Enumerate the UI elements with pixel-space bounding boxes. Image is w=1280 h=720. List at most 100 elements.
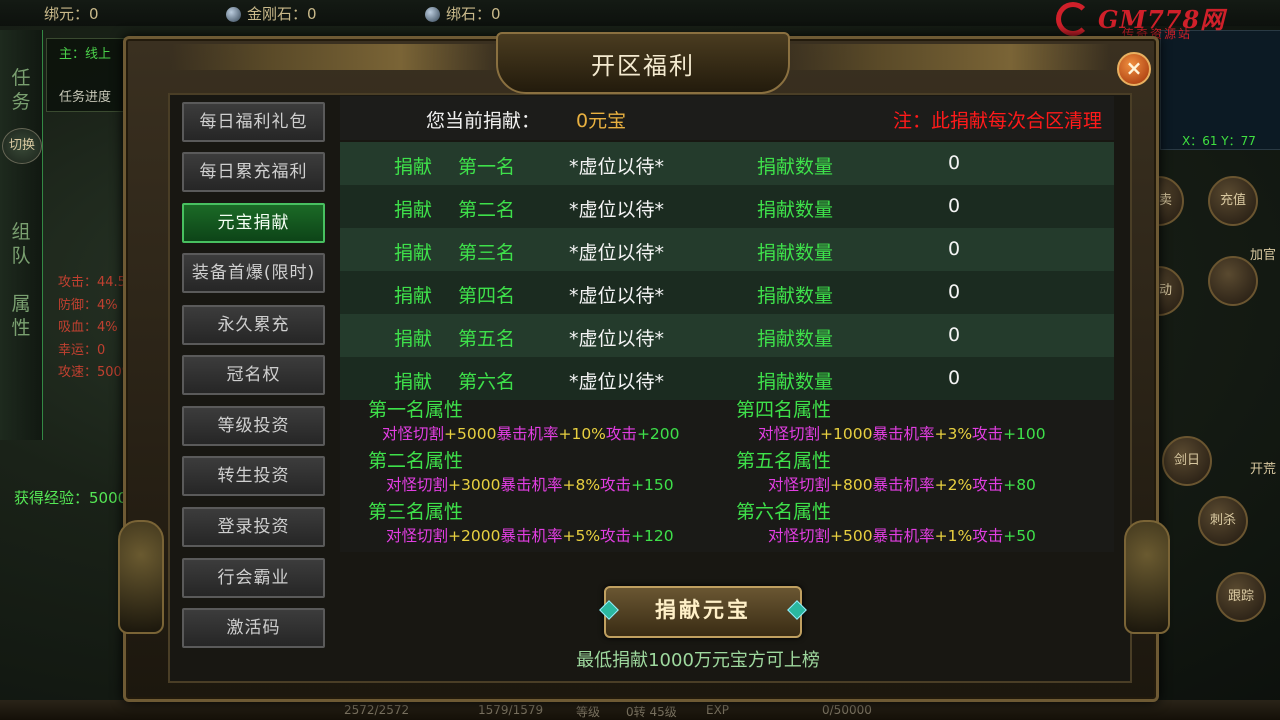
cell-donate: 捐献 <box>394 285 433 307</box>
skill-sword-day[interactable]: 剑日 <box>1162 436 1212 486</box>
minimum-donation-note: 最低捐献1000万元宝方可上榜 <box>576 650 820 671</box>
attr-line: 对怪切割+800暴击机率+2%攻击+80 <box>768 476 1036 494</box>
diamond-label: 金刚石：0 <box>247 5 317 23</box>
tab-attributes[interactable]: 属性 <box>6 292 36 340</box>
donation-header: 您当前捐献： 0元宝 注：此捐献每次合区清理 <box>340 96 1114 140</box>
exp-label: EXP <box>706 703 730 717</box>
dragon-ornament-right <box>1124 520 1170 634</box>
attr-rank-6: 第六名属性 对怪切割+500暴击机率+1%攻击+50 <box>736 500 1096 548</box>
cell-qty: 0 <box>948 195 961 217</box>
attr-rank-3: 第三名属性 对怪切割+2000暴击机率+5%攻击+120 <box>368 500 728 548</box>
title-wing-right <box>780 44 1110 70</box>
coordinates-readout: X：61 Y：77 <box>1182 134 1256 148</box>
bottom-status-bar: 2572/2572 1579/1579 等级 0转 45级 EXP 0/5000… <box>0 700 1280 720</box>
attr-title: 第四名属性 <box>736 399 832 421</box>
cell-player: *虚位以待* <box>569 328 665 350</box>
current-donation-value: 0元宝 <box>576 110 627 132</box>
bind-yuan-counter: 绑元：0 <box>44 5 99 23</box>
table-row: 捐献 第五名 *虚位以待* 捐献数量 0 <box>340 314 1114 357</box>
cell-donate: 捐献 <box>394 199 433 221</box>
attr-title: 第一名属性 <box>368 399 464 421</box>
diamond-icon <box>226 7 241 22</box>
sidebar-item-activation-code[interactable]: 激活码 <box>182 608 325 648</box>
attr-rank-5: 第五名属性 对怪切割+800暴击机率+2%攻击+80 <box>736 449 1096 497</box>
cell-donate: 捐献 <box>394 328 433 350</box>
level-label: 等级 <box>576 705 601 719</box>
bind-stone-counter: 绑石：0 <box>425 3 501 24</box>
cell-donate: 捐献 <box>394 242 433 264</box>
cell-qty-label: 捐献数量 <box>757 242 834 264</box>
dialog-title: 开区福利 <box>591 52 695 80</box>
stone-icon <box>425 7 440 22</box>
sidebar-item-rebirth-invest[interactable]: 转生投资 <box>182 456 325 496</box>
sidebar-item-permanent-recharge[interactable]: 永久累充 <box>182 305 325 345</box>
cell-rank: 第五名 <box>458 328 516 350</box>
left-side-tabs: 任务 组队 属性 <box>0 30 43 440</box>
dialog-title-plate: 开区福利 <box>496 32 790 94</box>
diamond-counter: 金刚石：0 <box>226 3 317 24</box>
cell-rank: 第三名 <box>458 242 516 264</box>
tab-task[interactable]: 任务 <box>6 66 36 114</box>
table-row: 捐献 第一名 *虚位以待* 捐献数量 0 <box>340 142 1114 185</box>
table-row: 捐献 第三名 *虚位以待* 捐献数量 0 <box>340 228 1114 271</box>
cell-qty: 0 <box>948 324 961 346</box>
bind-stone-label: 绑石：0 <box>446 5 501 23</box>
current-donation-label: 您当前捐献： <box>426 110 541 132</box>
attr-title: 第五名属性 <box>736 450 832 472</box>
sidebar-item-guild-hegemony[interactable]: 行会霸业 <box>182 558 325 598</box>
sidebar-item-level-invest[interactable]: 等级投资 <box>182 406 325 446</box>
attr-title: 第二名属性 <box>368 450 464 472</box>
dragon-ornament-left <box>118 520 164 634</box>
cell-player: *虚位以待* <box>569 199 665 221</box>
cell-qty-label: 捐献数量 <box>757 371 834 393</box>
attr-line: 对怪切割+3000暴击机率+8%攻击+150 <box>386 476 674 494</box>
cell-qty-label: 捐献数量 <box>757 199 834 221</box>
cell-qty: 0 <box>948 367 961 389</box>
cell-rank: 第四名 <box>458 285 516 307</box>
tab-team[interactable]: 组队 <box>6 220 36 268</box>
level-value: 0转 45级 <box>626 705 677 719</box>
cell-qty: 0 <box>948 238 961 260</box>
sidebar-item-ingot-donation[interactable]: 元宝捐献 <box>182 203 325 243</box>
exp-gained-text: 获得经验：50000 <box>14 489 137 507</box>
brand-g-icon <box>1056 2 1090 36</box>
rank-label[interactable]: 加官 <box>1250 244 1276 263</box>
welfare-sidebar: 每日福利礼包 每日累充福利 元宝捐献 装备首爆(限时) 永久累充 冠名权 等级投… <box>166 90 332 672</box>
cell-rank: 第六名 <box>458 371 516 393</box>
table-row: 捐献 第四名 *虚位以待* 捐献数量 0 <box>340 271 1114 314</box>
table-row: 捐献 第二名 *虚位以待* 捐献数量 0 <box>340 185 1114 228</box>
pioneer-label[interactable]: 开荒 <box>1250 458 1276 477</box>
skill-assassinate[interactable]: 刺杀 <box>1198 496 1248 546</box>
cell-qty-label: 捐献数量 <box>757 285 834 307</box>
donate-ingot-button[interactable]: 捐献元宝 <box>604 586 802 638</box>
skill-slot-icon[interactable] <box>1208 256 1258 306</box>
attr-title: 第三名属性 <box>368 501 464 523</box>
sidebar-item-login-invest[interactable]: 登录投资 <box>182 507 325 547</box>
attr-line: 对怪切割+5000暴击机率+10%攻击+200 <box>382 425 680 443</box>
cell-qty: 0 <box>948 152 961 174</box>
sidebar-item-daily-recharge[interactable]: 每日累充福利 <box>182 152 325 192</box>
cell-rank: 第一名 <box>458 156 516 178</box>
close-icon[interactable]: × <box>1117 52 1151 86</box>
attr-line: 对怪切割+500暴击机率+1%攻击+50 <box>768 527 1036 545</box>
skill-track[interactable]: 跟踪 <box>1216 572 1266 622</box>
reset-note: 注：此捐献每次合区清理 <box>892 110 1102 132</box>
title-wing-left <box>170 44 500 70</box>
cell-player: *虚位以待* <box>569 156 665 178</box>
switch-button[interactable]: 切换 <box>2 128 42 164</box>
sidebar-item-daily-gift[interactable]: 每日福利礼包 <box>182 102 325 142</box>
attr-line: 对怪切割+2000暴击机率+5%攻击+120 <box>386 527 674 545</box>
cell-donate: 捐献 <box>394 371 433 393</box>
attr-rank-1: 第一名属性 对怪切割+5000暴击机率+10%攻击+200 <box>368 398 728 446</box>
hp-readout: 2572/2572 <box>344 703 410 717</box>
attr-rank-4: 第四名属性 对怪切割+1000暴击机率+3%攻击+100 <box>736 398 1096 446</box>
sidebar-item-naming-rights[interactable]: 冠名权 <box>182 355 325 395</box>
recharge-button[interactable]: 充值 <box>1208 176 1258 226</box>
table-row: 捐献 第六名 *虚位以待* 捐献数量 0 <box>340 357 1114 400</box>
cell-player: *虚位以待* <box>569 242 665 264</box>
exp-value: 0/50000 <box>822 703 872 717</box>
mp-readout: 1579/1579 <box>478 703 544 717</box>
rank-attributes: 第一名属性 对怪切割+5000暴击机率+10%攻击+200 第二名属性 对怪切割… <box>340 398 1114 552</box>
sidebar-item-first-drop[interactable]: 装备首爆(限时) <box>182 253 325 293</box>
cell-player: *虚位以待* <box>569 371 665 393</box>
